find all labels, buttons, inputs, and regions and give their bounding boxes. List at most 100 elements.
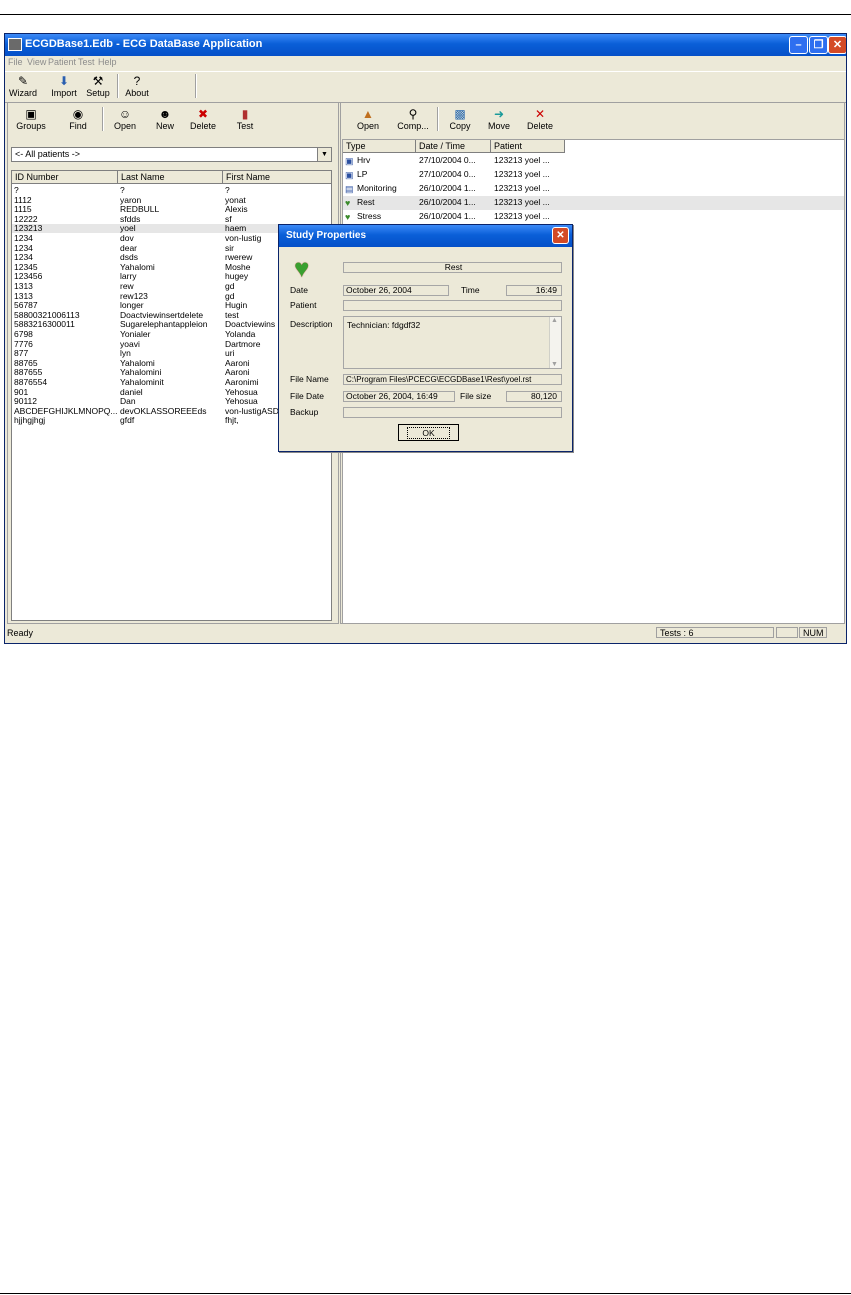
cell-date-time: 26/10/2004 1... xyxy=(419,211,476,221)
cell-type: ▣ LP xyxy=(345,168,415,180)
menu-patient[interactable]: Patient xyxy=(48,57,76,67)
date-label: Date xyxy=(290,285,308,295)
window-title: ECGDBase1.Edb - ECG DataBase Application xyxy=(25,38,263,50)
import-button[interactable]: ⬇ Import xyxy=(49,74,79,99)
col-type[interactable]: Type xyxy=(343,140,416,153)
study-type-field: Rest xyxy=(343,262,562,273)
table-row[interactable]: ▣ Hrv 27/10/2004 0... 123213 yoel ... xyxy=(343,154,844,168)
patient-filter-select[interactable]: <- All patients -> ▼ xyxy=(11,147,332,162)
cell-id-number: 12345 xyxy=(14,262,38,272)
table-row[interactable]: 1115 REDBULL Alexis xyxy=(12,205,331,214)
heart-icon: ♥ xyxy=(345,197,351,208)
about-button[interactable]: ? About xyxy=(122,74,152,99)
cell-last-name: daniel xyxy=(120,387,143,397)
test-icon: ▮ xyxy=(241,107,249,121)
cell-id-number: 1234 xyxy=(14,253,33,263)
dialog-close-button[interactable]: ✕ xyxy=(552,227,569,244)
find-button[interactable]: ◉ Find xyxy=(63,107,93,132)
menu-view[interactable]: View xyxy=(27,57,46,67)
cell-type: ▣ Hrv xyxy=(345,154,415,166)
cell-id-number: 8876554 xyxy=(14,378,48,387)
table-row[interactable]: ♥ Rest 26/10/2004 1... 123213 yoel ... xyxy=(343,196,844,210)
cell-first-name: sf xyxy=(225,214,232,224)
table-row[interactable]: 12222 sfdds sf xyxy=(12,215,331,224)
cell-id-number: 90112 xyxy=(14,397,38,407)
type-label: Hrv xyxy=(357,155,371,165)
cell-last-name: devOKLASSOREEEds xyxy=(120,406,207,416)
cell-id-number: 887655 xyxy=(14,368,43,378)
col-id-number[interactable]: ID Number xyxy=(12,171,118,184)
col-date-time[interactable]: Date / Time xyxy=(416,140,491,153)
cell-id-number: 1313 xyxy=(14,291,33,301)
wizard-button[interactable]: ✎ Wizard xyxy=(8,74,38,99)
scroll-up-icon[interactable]: ▲ xyxy=(551,317,558,324)
cell-last-name: rew123 xyxy=(120,291,148,301)
scroll-down-icon[interactable]: ▼ xyxy=(551,361,558,368)
chevron-down-icon[interactable]: ▼ xyxy=(317,148,331,161)
table-row[interactable]: ♥ Stress 26/10/2004 1... 123213 yoel ... xyxy=(343,210,844,224)
minimize-button[interactable]: – xyxy=(789,36,808,54)
move-button[interactable]: ➜ Move xyxy=(484,107,514,132)
description-scrollbar[interactable]: ▲ ▼ xyxy=(549,317,561,368)
cell-type: ♥ Stress xyxy=(345,210,415,222)
dialog-title: Study Properties xyxy=(286,230,367,241)
table-row[interactable]: ▤ Monitoring 26/10/2004 1... 123213 yoel ..… xyxy=(343,182,844,196)
patient-delete-icon: ✖ xyxy=(197,107,209,121)
toolbar-separator xyxy=(117,74,119,98)
new-patient-button[interactable]: ☻ New xyxy=(150,107,180,132)
cell-last-name: Yahalominit xyxy=(120,378,164,387)
cell-id-number: ? xyxy=(14,186,19,195)
test-button[interactable]: ▮ Test xyxy=(230,107,260,132)
compare-button[interactable]: ⚲ Comp... xyxy=(395,107,431,132)
type-label: Rest xyxy=(357,197,375,207)
cell-first-name: yonat xyxy=(225,195,246,205)
table-row[interactable]: ??? xyxy=(12,186,331,195)
status-tests-count: Tests : 6 xyxy=(656,627,774,638)
hrv-icon: ▣ xyxy=(345,155,354,166)
patient-open-icon: ☺ xyxy=(118,107,132,121)
cell-last-name: Yahalomi xyxy=(120,262,155,272)
table-row[interactable]: ▣ LP 27/10/2004 0... 123213 yoel ... xyxy=(343,168,844,182)
col-last-name[interactable]: Last Name xyxy=(118,171,223,184)
cell-last-name: Yonialer xyxy=(120,330,151,339)
lp-icon: ▣ xyxy=(345,169,354,180)
col-first-name[interactable]: First Name xyxy=(223,171,331,184)
menu-test[interactable]: Test xyxy=(78,57,95,67)
close-button[interactable]: ✕ xyxy=(828,36,846,54)
cell-patient: 123213 yoel ... xyxy=(494,169,550,179)
delete-patient-button[interactable]: ✖ Delete xyxy=(188,107,218,132)
menu-help[interactable]: Help xyxy=(98,57,117,67)
backup-field xyxy=(343,407,562,418)
description-box[interactable]: Technician: fdgdf32 ▲ ▼ xyxy=(343,316,562,369)
table-row[interactable]: 1112 yaron yonat xyxy=(12,196,331,205)
cell-first-name: ? xyxy=(225,186,230,195)
title-bar[interactable]: ECGDBase1.Edb - ECG DataBase Application… xyxy=(5,34,846,56)
delete-icon: ✕ xyxy=(534,107,546,121)
col-patient[interactable]: Patient xyxy=(491,140,565,153)
filedate-label: File Date xyxy=(290,391,325,401)
ok-button[interactable]: OK xyxy=(398,424,459,441)
cell-id-number: 123213 xyxy=(14,224,43,234)
cell-last-name: dear xyxy=(120,243,138,253)
cell-id-number: 1313 xyxy=(14,282,33,291)
cell-patient: 123213 yoel ... xyxy=(494,211,550,221)
open-folder-icon: ▲ xyxy=(362,107,374,121)
setup-button[interactable]: ⚒ Setup xyxy=(83,74,113,99)
cell-id-number: 1234 xyxy=(14,234,33,243)
dialog-title-bar[interactable]: Study Properties ✕ xyxy=(279,225,572,247)
menu-file[interactable]: File xyxy=(8,57,23,67)
import-icon: ⬇ xyxy=(58,74,70,88)
open-test-button[interactable]: ▲ Open xyxy=(353,107,383,132)
copy-button[interactable]: ▩ Copy xyxy=(445,107,475,132)
description-label: Description xyxy=(290,319,333,329)
delete-test-button[interactable]: ✕ Delete xyxy=(525,107,555,132)
cell-type: ♥ Rest xyxy=(345,196,415,208)
cell-last-name: yaron xyxy=(120,195,142,205)
cell-last-name: Dan xyxy=(120,397,136,407)
maximize-button[interactable]: ❐ xyxy=(809,36,828,54)
cell-id-number: 901 xyxy=(14,387,29,397)
open-patient-button[interactable]: ☺ Open xyxy=(110,107,140,132)
cell-last-name: yoel xyxy=(120,224,136,234)
groups-button[interactable]: ▣ Groups xyxy=(16,107,46,132)
cell-last-name: yoavi xyxy=(120,339,140,349)
